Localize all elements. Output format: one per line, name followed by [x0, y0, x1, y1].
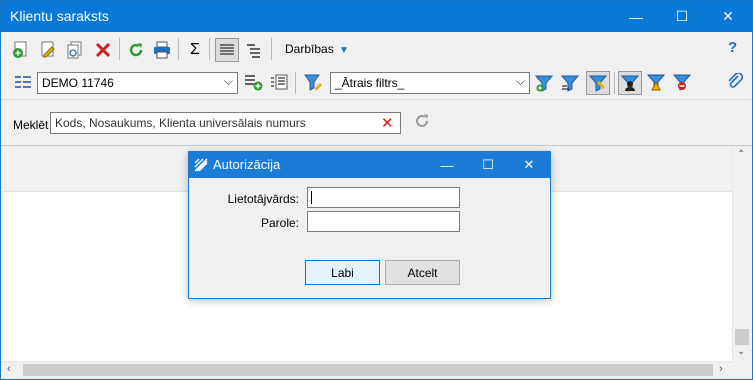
close-button[interactable]: ✕	[705, 1, 751, 32]
sum-icon[interactable]: Σ	[185, 40, 205, 60]
filter-clear-icon[interactable]	[672, 72, 692, 92]
dialog-title: Autorizācija	[213, 157, 281, 172]
actions-menu[interactable]: Darbības ▼	[285, 42, 349, 56]
copy-icon[interactable]	[65, 40, 85, 60]
toolbar-separator	[119, 38, 120, 60]
cancel-button[interactable]: Atcelt	[385, 260, 460, 285]
username-label: Lietotājvārds:	[227, 192, 299, 206]
search-label: Meklēt	[13, 118, 49, 132]
add-company-icon[interactable]	[244, 72, 264, 92]
scroll-corner	[732, 361, 750, 378]
delete-icon[interactable]	[93, 40, 113, 60]
filter-edit-icon[interactable]	[303, 72, 323, 92]
filter-sort-icon[interactable]	[560, 73, 580, 93]
scroll-left-icon[interactable]: ‹	[7, 363, 11, 375]
filter-select[interactable]: _Ātrais filtrs_ ⌵	[330, 72, 530, 94]
toolbar-separator	[295, 72, 296, 94]
toolbar-separator	[178, 38, 179, 60]
app-logo-icon	[194, 158, 208, 175]
dialog-minimize-button[interactable]: —	[427, 152, 467, 178]
scroll-thumb[interactable]	[735, 329, 749, 345]
main-window: Klientu saraksts — ☐ ✕ Σ Darbības ▼ ? DE…	[0, 0, 753, 380]
toolbar-separator	[271, 38, 272, 60]
ok-button[interactable]: Labi	[305, 260, 380, 285]
minimize-button[interactable]: —	[613, 1, 659, 32]
filter-warning-icon[interactable]	[646, 72, 666, 92]
search-input[interactable]: Kods, Nosaukums, Klienta universālais nu…	[50, 112, 401, 134]
toolbar-separator	[209, 38, 210, 60]
help-icon[interactable]: ?	[728, 39, 737, 56]
filter-user-icon[interactable]	[618, 71, 642, 95]
text-cursor	[311, 191, 312, 204]
authorization-dialog: Autorizācija — ☐ ✕ Lietotājvārds: Parole…	[188, 151, 551, 299]
filter-toolbar: DEMO 11746 ⌵ _Ātrais filtrs_ ⌵	[1, 66, 752, 100]
filter-pin-icon[interactable]	[586, 71, 610, 95]
company-details-icon[interactable]	[269, 72, 289, 92]
tree-view-icon[interactable]	[244, 40, 264, 60]
toolbar-separator	[614, 72, 615, 94]
chevron-down-icon: ▼	[339, 45, 349, 56]
window-title: Klientu saraksts	[10, 8, 109, 24]
add-icon[interactable]	[11, 40, 31, 60]
edit-icon[interactable]	[38, 40, 58, 60]
chevron-down-icon: ⌵	[515, 74, 525, 88]
title-bar: Klientu saraksts — ☐ ✕	[1, 1, 752, 32]
password-field[interactable]	[307, 211, 460, 232]
dialog-title-bar: Autorizācija — ☐ ✕	[189, 152, 550, 178]
maximize-button[interactable]: ☐	[659, 1, 705, 32]
print-icon[interactable]	[152, 40, 172, 60]
dialog-maximize-button[interactable]: ☐	[468, 152, 508, 178]
dialog-close-button[interactable]: ✕	[509, 152, 549, 178]
attachment-icon[interactable]	[725, 72, 745, 92]
password-label: Parole:	[260, 216, 299, 230]
refresh-icon[interactable]	[126, 40, 146, 60]
refresh-search-icon[interactable]	[414, 113, 431, 133]
clear-search-icon[interactable]: ✕	[381, 114, 394, 132]
search-bar: Meklēt Kods, Nosaukums, Klienta universā…	[1, 100, 752, 146]
main-toolbar: Σ Darbības ▼ ?	[1, 32, 752, 66]
hscroll-thumb[interactable]	[23, 364, 713, 376]
chevron-down-icon: ⌵	[223, 74, 233, 88]
scroll-right-icon[interactable]: ›	[719, 363, 723, 375]
vertical-scrollbar[interactable]: ⌃ ⌄	[732, 146, 750, 361]
filter-add-icon[interactable]	[534, 73, 554, 93]
horizontal-scrollbar[interactable]: ‹ ›	[3, 361, 732, 378]
scroll-down-icon[interactable]: ⌄	[737, 346, 745, 357]
company-select[interactable]: DEMO 11746 ⌵	[37, 72, 238, 94]
company-list-icon[interactable]	[13, 72, 33, 92]
username-field[interactable]	[307, 187, 460, 208]
list-view-icon[interactable]	[215, 38, 239, 62]
scroll-up-icon[interactable]: ⌃	[737, 149, 745, 160]
